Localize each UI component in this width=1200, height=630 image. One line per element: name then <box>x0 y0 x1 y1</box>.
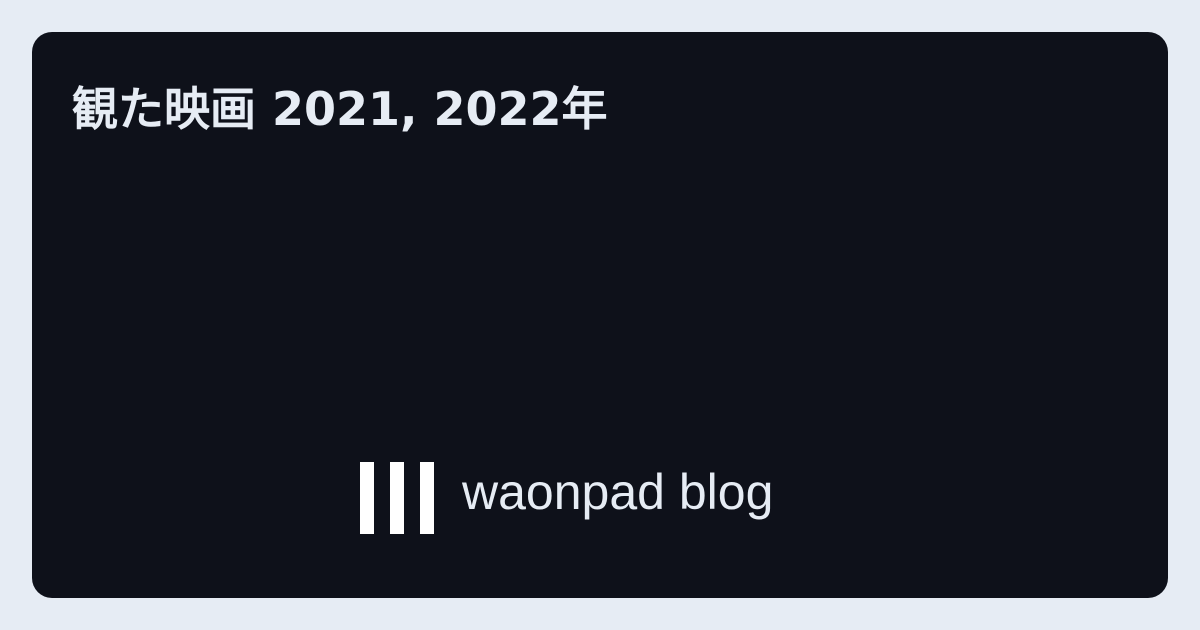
blog-name: waonpad blog <box>462 464 774 520</box>
og-card: 観た映画 2021, 2022年 waonpad blog <box>32 32 1168 598</box>
three-vertical-bars-icon <box>360 462 434 534</box>
brand: waonpad blog <box>360 462 773 534</box>
page-title: 観た映画 2021, 2022年 <box>72 82 608 136</box>
